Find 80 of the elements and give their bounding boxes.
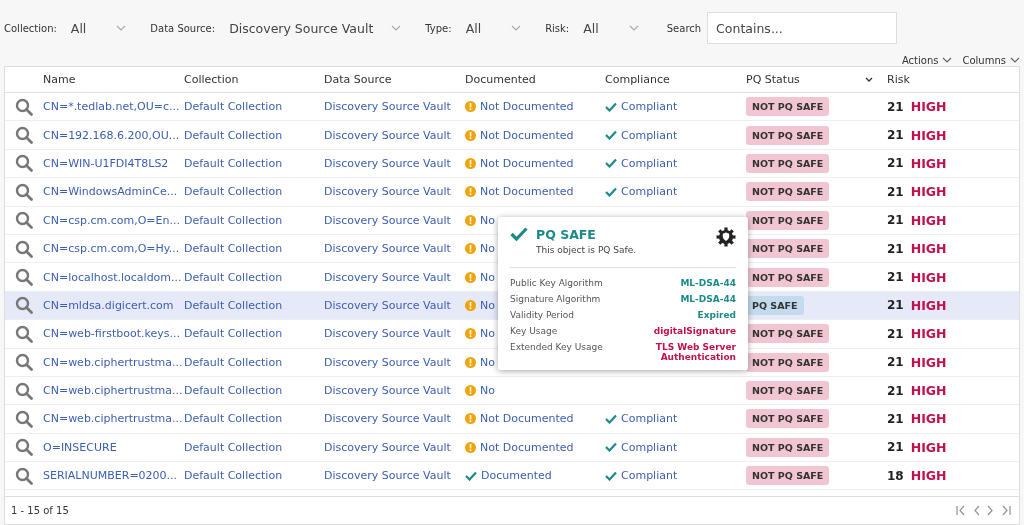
pq-status-badge: NOT PQ SAFE	[746, 239, 830, 259]
risk-level: HIGH	[910, 155, 947, 171]
property-label: Key Usage	[510, 326, 559, 336]
filter-label: Collection:	[4, 22, 57, 34]
property-value: ML-DSA-44	[679, 294, 736, 304]
risk-score: 21	[887, 412, 904, 426]
documented-status: Not Documented	[480, 185, 574, 199]
pq-status-badge: NOT PQ SAFE	[746, 409, 830, 429]
risk-level: HIGH	[910, 326, 947, 342]
risk-score: 21	[887, 355, 904, 370]
risk-level: HIGH	[910, 354, 947, 370]
pq-status-badge: NOT PQ SAFE	[746, 381, 830, 401]
risk-level: HIGH	[910, 439, 947, 455]
documented-status: No	[480, 242, 495, 256]
filter-label: Data Source:	[150, 22, 216, 34]
risk-score: 21	[887, 99, 904, 114]
property-value: ML-DSA-44	[679, 278, 736, 288]
risk-score: 18	[887, 468, 904, 483]
pq-status-badge: NOT PQ SAFE	[746, 352, 830, 372]
pq-status-badge: PQ SAFE	[746, 295, 804, 315]
pq-status-badge: NOT PQ SAFE	[746, 437, 830, 457]
pq-status-badge: NOT PQ SAFE	[746, 466, 830, 486]
risk-level: HIGH	[910, 99, 947, 115]
search-label: Search	[666, 22, 702, 34]
pq-status-badge: NOT PQ SAFE	[746, 324, 830, 344]
documented-status: Not Documented	[480, 128, 574, 142]
documented-status: Not Documented	[480, 100, 574, 114]
pagination-summary: 1 - 15 of 15	[11, 505, 69, 516]
compliance-status: Compliant	[621, 412, 678, 426]
risk-level: HIGH	[910, 212, 947, 228]
documented-status: Not Documented	[480, 440, 574, 454]
filter-label: Risk:	[545, 22, 570, 34]
filter-label: Type:	[425, 22, 452, 34]
property-label: Signature Algorithm	[510, 294, 602, 304]
pq-status-badge: NOT PQ SAFE	[746, 182, 830, 202]
documented-status: No	[480, 327, 495, 341]
risk-level: HIGH	[910, 383, 947, 399]
risk-level: HIGH	[910, 411, 947, 427]
risk-score: 21	[887, 440, 904, 455]
risk-score: 21	[887, 383, 904, 398]
risk-score: 21	[887, 156, 904, 171]
property-label: Public Key Algorithm	[510, 278, 604, 288]
risk-level: HIGH	[910, 184, 947, 200]
risk-score: 21	[887, 184, 904, 199]
property-label: Validity Period	[510, 310, 575, 320]
risk-level: HIGH	[910, 297, 947, 313]
pq-status-badge: NOT PQ SAFE	[746, 97, 830, 117]
risk-level: HIGH	[910, 269, 947, 285]
compliance-status: Compliant	[621, 440, 678, 454]
pq-status-badge: NOT PQ SAFE	[746, 125, 830, 145]
property-label: Extended Key Usage	[510, 342, 604, 354]
risk-score: 21	[887, 128, 904, 143]
risk-score: 21	[887, 241, 904, 256]
property-value: digitalSignature	[652, 326, 736, 336]
risk-score: 21	[887, 326, 904, 341]
property-value: TLS Web Server Authentication	[654, 342, 736, 362]
property-value: Expired	[696, 310, 736, 320]
risk-score: 21	[887, 213, 904, 228]
pq-status-badge: NOT PQ SAFE	[746, 210, 830, 230]
risk-score: 21	[887, 298, 904, 313]
popover-subtitle: This object is PQ Safe.	[536, 245, 638, 255]
documented-status: No	[480, 355, 495, 369]
pq-status-badge: NOT PQ SAFE	[746, 153, 830, 173]
documented-status: No	[480, 270, 495, 284]
documented-status: No	[480, 384, 495, 398]
compliance-status: Compliant	[621, 156, 678, 170]
documented-status: No	[480, 298, 495, 312]
risk-level: HIGH	[910, 468, 947, 484]
risk-level: HIGH	[910, 241, 947, 257]
documented-status: No	[480, 213, 495, 227]
documented-status: Documented	[481, 469, 552, 483]
risk-score: 21	[887, 270, 904, 285]
compliance-status: Compliant	[621, 469, 678, 483]
documented-status: Not Documented	[480, 412, 574, 426]
compliance-status: Compliant	[621, 100, 678, 114]
documented-status: Not Documented	[480, 156, 574, 170]
compliance-status: Compliant	[621, 128, 678, 142]
compliance-status: Compliant	[621, 185, 678, 199]
pq-status-badge: NOT PQ SAFE	[746, 267, 830, 287]
risk-level: HIGH	[910, 127, 947, 143]
